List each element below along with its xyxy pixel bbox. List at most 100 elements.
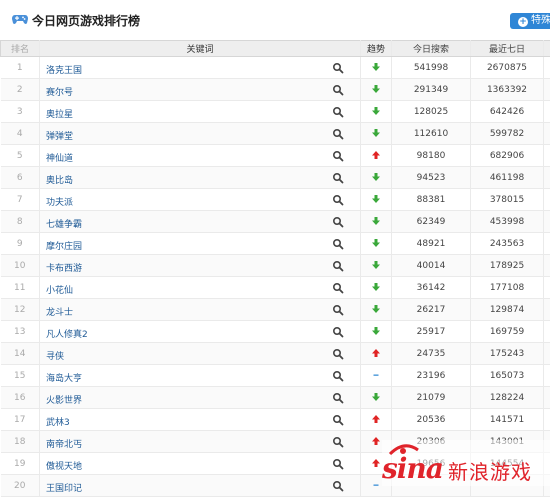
keyword-link[interactable]: 南帝北丐 (46, 437, 82, 450)
keyword-cell: 赛尔号 (40, 79, 361, 101)
keyword-link[interactable]: 卡布西游 (46, 261, 82, 274)
keyword-link[interactable]: 武林3 (46, 415, 70, 428)
search-icon[interactable] (332, 128, 344, 140)
trend-cell (361, 321, 392, 343)
today-search-cell: 21079 (392, 387, 471, 409)
more-button[interactable]: +特殊 (510, 13, 550, 29)
rank-cell: 7 (1, 189, 40, 211)
trend-cell (361, 409, 392, 431)
trend-cell (361, 57, 392, 79)
search-icon[interactable] (332, 370, 344, 382)
keyword-link[interactable]: 王国印记 (46, 481, 82, 494)
table-row: 8七雄争霸62349453998 (1, 211, 550, 233)
sina-watermark: sina 新浪游戏 (382, 440, 550, 486)
keyword-link[interactable]: 寻侠 (46, 349, 64, 362)
today-search-cell: 40014 (392, 255, 471, 277)
extra-cell (544, 321, 550, 343)
search-icon[interactable] (332, 106, 344, 118)
table-header-row: 排名 关键词 趋势 今日搜索 最近七日 (1, 41, 550, 57)
search-icon[interactable] (332, 436, 344, 448)
today-search-cell: 94523 (392, 167, 471, 189)
week-search-cell: 599782 (471, 123, 544, 145)
rank-cell: 16 (1, 387, 40, 409)
keyword-cell: 凡人修真2 (40, 321, 361, 343)
search-icon[interactable] (332, 458, 344, 470)
column-header-rank: 排名 (1, 41, 40, 57)
search-icon[interactable] (332, 150, 344, 162)
column-header-week: 最近七日 (471, 41, 544, 57)
keyword-cell: 寻侠 (40, 343, 361, 365)
extra-cell (544, 57, 550, 79)
table-row: 3奥拉星128025642426 (1, 101, 550, 123)
page-title: 今日网页游戏排行榜 (32, 12, 140, 29)
extra-cell (544, 255, 550, 277)
search-icon[interactable] (332, 84, 344, 96)
today-search-cell: 98180 (392, 145, 471, 167)
week-search-cell: 178925 (471, 255, 544, 277)
rank-cell: 8 (1, 211, 40, 233)
extra-cell (544, 101, 550, 123)
keyword-link[interactable]: 奥比岛 (46, 173, 73, 186)
column-header-trend: 趋势 (361, 41, 392, 57)
search-icon[interactable] (332, 282, 344, 294)
keyword-link[interactable]: 凡人修真2 (46, 327, 88, 340)
keyword-link[interactable]: 火影世界 (46, 393, 82, 406)
rank-cell: 20 (1, 475, 40, 497)
table-row: 12龙斗士26217129874 (1, 299, 550, 321)
search-icon[interactable] (332, 392, 344, 404)
trend-cell (361, 79, 392, 101)
trend-cell (361, 189, 392, 211)
search-icon[interactable] (332, 348, 344, 360)
search-icon[interactable] (332, 216, 344, 228)
keyword-link[interactable]: 七雄争霸 (46, 217, 82, 230)
trend-cell (361, 233, 392, 255)
keyword-cell: 洛克王国 (40, 57, 361, 79)
keyword-link[interactable]: 傲视天地 (46, 459, 82, 472)
trend-cell (361, 145, 392, 167)
keyword-link[interactable]: 弹弹堂 (46, 129, 73, 142)
search-icon[interactable] (332, 480, 344, 492)
table-row: 11小花仙36142177108 (1, 277, 550, 299)
arrow-up-icon (371, 458, 381, 468)
keyword-link[interactable]: 奥拉星 (46, 107, 73, 120)
search-icon[interactable] (332, 304, 344, 316)
search-icon[interactable] (332, 260, 344, 272)
sina-brand-text: sina (382, 452, 443, 485)
table-row: 16火影世界21079128224 (1, 387, 550, 409)
search-icon[interactable] (332, 172, 344, 184)
trend-cell (361, 365, 392, 387)
arrow-down-icon (371, 84, 381, 94)
keyword-cell: 摩尔庄园 (40, 233, 361, 255)
table-row: 10卡布西游40014178925 (1, 255, 550, 277)
week-search-cell: 1363392 (471, 79, 544, 101)
keyword-link[interactable]: 赛尔号 (46, 85, 73, 98)
search-icon[interactable] (332, 62, 344, 74)
trend-cell (361, 101, 392, 123)
keyword-link[interactable]: 龙斗士 (46, 305, 73, 318)
keyword-link[interactable]: 小花仙 (46, 283, 73, 296)
search-icon[interactable] (332, 414, 344, 426)
keyword-link[interactable]: 海岛大亨 (46, 371, 82, 384)
today-search-cell: 128025 (392, 101, 471, 123)
search-icon[interactable] (332, 194, 344, 206)
rank-cell: 3 (1, 101, 40, 123)
keyword-cell: 王国印记 (40, 475, 361, 497)
trend-cell (361, 299, 392, 321)
extra-cell (544, 343, 550, 365)
table-row: 9摩尔庄园48921243563 (1, 233, 550, 255)
search-icon[interactable] (332, 326, 344, 338)
keyword-link[interactable]: 神仙道 (46, 151, 73, 164)
arrow-down-icon (371, 62, 381, 72)
trend-cell (361, 211, 392, 233)
keyword-link[interactable]: 洛克王国 (46, 63, 82, 76)
search-icon[interactable] (332, 238, 344, 250)
table-row: 5神仙道98180682906 (1, 145, 550, 167)
rank-cell: 11 (1, 277, 40, 299)
table-row: 17武林320536141571 (1, 409, 550, 431)
keyword-link[interactable]: 功夫派 (46, 195, 73, 208)
extra-cell (544, 167, 550, 189)
keyword-link[interactable]: 摩尔庄园 (46, 239, 82, 252)
extra-cell (544, 387, 550, 409)
trend-cell (361, 277, 392, 299)
today-search-cell: 24735 (392, 343, 471, 365)
